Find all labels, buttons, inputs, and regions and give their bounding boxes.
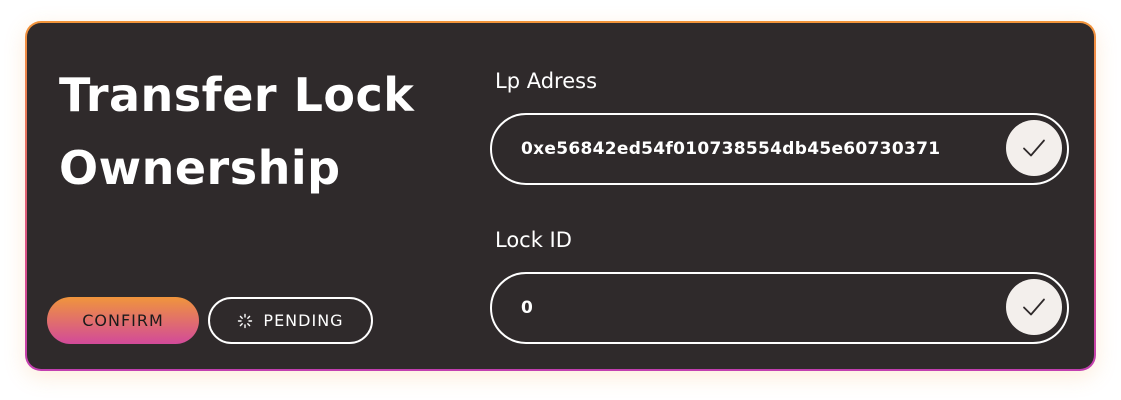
transfer-lock-card: Transfer Lock Ownership CONFIRM PENDING … bbox=[27, 23, 1094, 369]
pending-button[interactable]: PENDING bbox=[208, 297, 373, 344]
lock-id-field[interactable]: 0 bbox=[490, 272, 1069, 344]
lock-id-value[interactable]: 0 bbox=[521, 274, 533, 342]
lp-address-value[interactable]: 0xe56842ed54f010738554db45e60730371 bbox=[521, 115, 940, 183]
lp-address-label: Lp Adress bbox=[495, 69, 598, 93]
page-title: Transfer Lock Ownership bbox=[59, 59, 459, 205]
pending-button-label: PENDING bbox=[263, 311, 344, 330]
transfer-lock-card-frame: Transfer Lock Ownership CONFIRM PENDING … bbox=[25, 21, 1096, 371]
lp-address-field[interactable]: 0xe56842ed54f010738554db45e60730371 bbox=[490, 113, 1069, 185]
lock-id-confirm-button[interactable] bbox=[1006, 279, 1062, 335]
spinner-icon bbox=[238, 313, 253, 328]
page-title-line-2: Ownership bbox=[59, 141, 341, 195]
lp-address-confirm-button[interactable] bbox=[1006, 120, 1062, 176]
lock-id-label: Lock ID bbox=[495, 228, 572, 252]
check-icon bbox=[1023, 139, 1045, 157]
page-title-line-1: Transfer Lock bbox=[59, 68, 415, 122]
confirm-button[interactable]: CONFIRM bbox=[47, 297, 199, 344]
check-icon bbox=[1023, 298, 1045, 316]
